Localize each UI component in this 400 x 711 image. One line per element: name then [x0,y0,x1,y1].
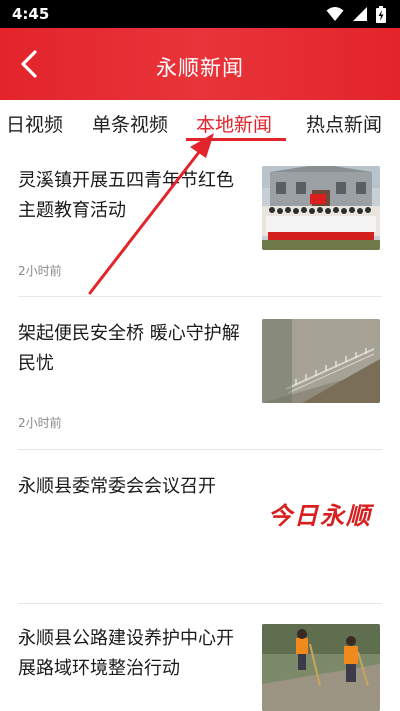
tab-daily-video[interactable]: 日视频 [6,110,63,137]
news-thumbnail: 今日永顺 [262,472,380,556]
app-header: 永顺新闻 [0,28,400,100]
news-title: 架起便民安全桥 暖心守护解民忧 [18,323,240,374]
news-title: 永顺县公路建设养护中心开展路域环境整治行动 [18,628,234,679]
news-title: 永顺县委常委会会议召开 [18,476,216,497]
news-item[interactable]: 灵溪镇开展五四青年节红色主题教育活动 2小时前 [0,146,400,296]
tab-single-video[interactable]: 单条视频 [92,110,168,137]
news-thumbnail [262,319,380,403]
news-time: 2小时前 [18,416,62,430]
news-logo: 今日永顺 [268,501,372,530]
active-tab-indicator [186,138,286,141]
tab-local-news[interactable]: 本地新闻 [196,110,272,137]
signal-icon [353,7,367,21]
news-item[interactable]: 永顺县委常委会会议召开 今日永顺 [0,450,400,603]
news-item[interactable]: 永顺县公路建设养护中心开展路域环境整治行动 [0,604,400,711]
wifi-icon [326,7,344,21]
news-item[interactable]: 架起便民安全桥 暖心守护解民忧 2小时前 [0,297,400,449]
status-time: 4:45 [12,5,50,23]
battery-icon [376,5,386,23]
news-title: 灵溪镇开展五四青年节红色主题教育活动 [18,170,234,221]
news-thumbnail [262,166,380,250]
status-bar: 4:45 [0,0,400,28]
news-thumbnail [262,624,380,711]
news-time: 2小时前 [18,264,62,278]
status-icons [326,5,386,23]
page-title: 永顺新闻 [156,56,244,80]
tab-hot-news[interactable]: 热点新闻 [306,110,382,137]
